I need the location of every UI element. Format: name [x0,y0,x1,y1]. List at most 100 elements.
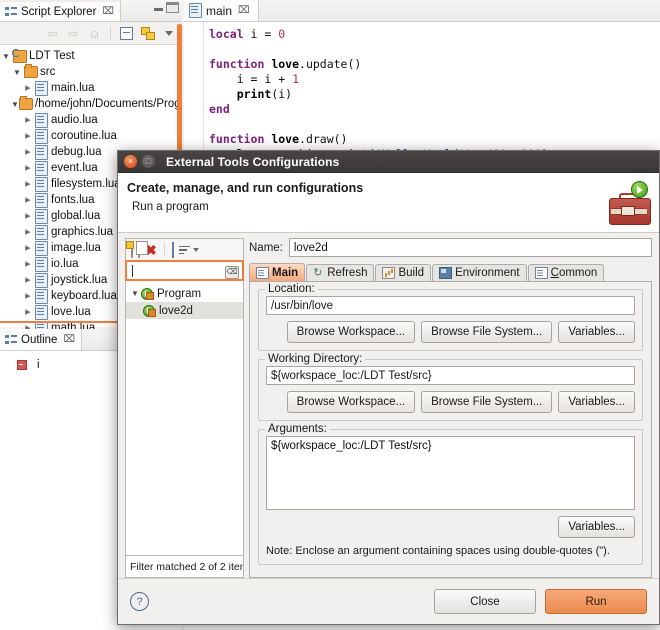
tab-script-explorer[interactable]: Script Explorer ⌧ [0,0,121,21]
tab-common[interactable]: Common [527,264,605,281]
tree-item[interactable]: main.lua [0,80,182,96]
twisty-collapsed-icon[interactable] [22,196,34,204]
dialog-titlebar[interactable]: × □ External Tools Configurations [118,151,659,173]
back-arrow-icon[interactable]: ⇦ [45,26,60,41]
tree-item[interactable]: audio.lua [0,112,182,128]
close-button[interactable]: Close [434,589,536,614]
lua-file-icon [34,288,49,304]
up-arrow-icon[interactable]: ⍝ [87,26,102,41]
arguments-textarea[interactable]: ${workspace_loc:/LDT Test/src} [266,436,635,510]
code-line: function love.update() [184,57,660,72]
dialog-title: External Tools Configurations [166,154,340,169]
close-icon[interactable]: ⌧ [102,6,114,17]
filter-input[interactable]: ⌫ [125,260,244,281]
editor-tabbar: main ⌧ [184,0,660,22]
folder-icon [23,64,38,78]
configuration-item[interactable]: Program [126,285,243,302]
tab-environment[interactable]: Environment [432,264,527,281]
script-explorer-tabbar: Script Explorer ⌧ [0,0,182,22]
twisty-expanded-icon[interactable] [11,100,19,109]
collapse-all-icon[interactable] [119,26,134,41]
dialog-footer-buttons: Close Run [434,589,647,614]
arguments-group: Arguments: ${workspace_loc:/LDT Test/src… [258,423,643,565]
twisty-collapsed-icon[interactable] [22,148,34,156]
configuration-item[interactable]: love2d [126,302,243,319]
tree-item[interactable]: coroutine.lua [0,128,182,144]
close-icon[interactable]: ⌧ [238,5,250,16]
lua-file-icon [189,3,202,18]
arguments-label: Arguments: [265,423,330,435]
clear-filter-icon[interactable]: ⌫ [225,266,239,279]
run-button[interactable]: Run [545,589,647,614]
code-token: .update() [299,57,362,71]
tree-item-label: LDT Test [29,50,75,62]
name-row: Name: love2d [249,238,652,257]
view-window-controls [154,2,179,13]
tab-main[interactable]: Main [249,263,306,281]
twisty-collapsed-icon[interactable] [22,292,34,300]
tree-item[interactable]: LDT Test [0,48,182,64]
location-browse-file-system-button[interactable]: Browse File System... [421,321,553,343]
twisty-collapsed-icon[interactable] [22,228,34,236]
name-input[interactable]: love2d [288,238,652,257]
location-input[interactable]: /usr/bin/love [266,296,635,315]
wd-variables-button[interactable]: Variables... [558,391,635,413]
wd-browse-workspace-button[interactable]: Browse Workspace... [286,391,416,413]
tab-build[interactable]: Build [375,264,432,281]
tree-item[interactable]: src [0,64,182,80]
twisty-collapsed-icon[interactable] [22,244,34,252]
view-menu-icon[interactable] [161,26,176,41]
tab-main-lua[interactable]: main ⌧ [184,0,259,21]
link-with-editor-icon[interactable] [140,26,155,41]
close-icon[interactable]: ⌧ [63,334,75,345]
tab-refresh[interactable]: ↻ Refresh [306,264,375,281]
code-token: function [209,132,272,146]
twisty-collapsed-icon[interactable] [22,132,34,140]
twisty-collapsed-icon[interactable] [22,276,34,284]
dialog-header-subtitle: Run a program [132,201,209,213]
location-browse-workspace-button[interactable]: Browse Workspace... [286,321,416,343]
lua-file-icon [34,192,49,208]
variable-icon [14,360,29,370]
twisty-collapsed-icon[interactable] [22,260,34,268]
twisty-expanded-icon[interactable] [129,289,141,298]
window-maximize-icon[interactable]: □ [142,155,155,168]
main-tab-panel: Location: /usr/bin/love Browse Workspace… [249,281,652,578]
working-directory-buttons: Browse Workspace... Browse File System..… [266,391,635,413]
twisty-collapsed-icon[interactable] [22,116,34,124]
tree-item-label: src [40,66,56,78]
tree-item[interactable]: /home/john/Documents/Progra [0,96,182,112]
filter-menu-icon[interactable] [178,244,199,256]
collapse-all-icon[interactable] [171,241,174,258]
arguments-buttons: Variables... [266,516,635,538]
twisty-expanded-icon[interactable] [0,52,12,61]
configuration-type-icon [141,287,154,300]
twisty-expanded-icon[interactable] [11,68,23,77]
location-variables-button[interactable]: Variables... [558,321,635,343]
tree-item-label: event.lua [51,162,98,174]
twisty-collapsed-icon[interactable] [22,164,34,172]
tree-item-label: graphics.lua [51,226,114,238]
script-explorer-icon [5,6,17,17]
twisty-collapsed-icon[interactable] [22,84,34,92]
main-tab-icon [256,266,269,279]
arguments-variables-button[interactable]: Variables... [558,516,635,538]
duplicate-configuration-icon[interactable] [138,241,140,258]
tab-label: Refresh [327,267,368,279]
new-configuration-icon[interactable] [131,241,133,258]
working-directory-input[interactable]: ${workspace_loc:/LDT Test/src} [266,366,635,385]
forward-arrow-icon[interactable]: ⇨ [66,26,81,41]
twisty-collapsed-icon[interactable] [22,180,34,188]
twisty-collapsed-icon[interactable] [22,212,34,220]
tab-outline[interactable]: Outline ⌧ [0,329,82,350]
code-token: local [209,27,244,41]
twisty-collapsed-icon[interactable] [22,308,34,316]
configurations-tree[interactable]: Program love2d [125,281,244,556]
window-close-icon[interactable]: × [124,155,137,168]
tree-item-label: global.lua [51,210,101,222]
help-icon[interactable]: ? [130,592,149,611]
minimize-icon[interactable] [154,4,163,11]
wd-browse-file-system-button[interactable]: Browse File System... [421,391,553,413]
code-token: love [271,132,300,146]
